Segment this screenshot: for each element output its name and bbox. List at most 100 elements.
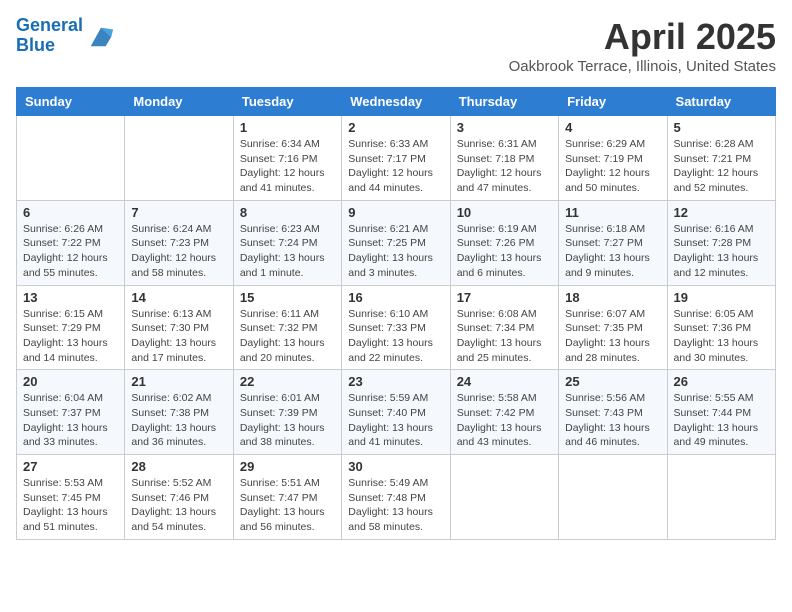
weekday-header-tuesday: Tuesday bbox=[233, 88, 341, 116]
page-header: General Blue April 2025 Oakbrook Terrace… bbox=[16, 16, 776, 75]
weekday-header-friday: Friday bbox=[559, 88, 667, 116]
logo-subtext: Blue bbox=[16, 36, 83, 56]
day-number: 2 bbox=[348, 120, 443, 135]
day-detail: Sunrise: 6:26 AMSunset: 7:22 PMDaylight:… bbox=[23, 222, 118, 281]
weekday-header-monday: Monday bbox=[125, 88, 233, 116]
day-detail: Sunrise: 5:58 AMSunset: 7:42 PMDaylight:… bbox=[457, 391, 552, 450]
day-number: 30 bbox=[348, 459, 443, 474]
day-number: 6 bbox=[23, 205, 118, 220]
day-detail: Sunrise: 6:24 AMSunset: 7:23 PMDaylight:… bbox=[131, 222, 226, 281]
day-detail: Sunrise: 6:33 AMSunset: 7:17 PMDaylight:… bbox=[348, 137, 443, 196]
calendar-cell: 17Sunrise: 6:08 AMSunset: 7:34 PMDayligh… bbox=[450, 285, 558, 370]
calendar-cell: 26Sunrise: 5:55 AMSunset: 7:44 PMDayligh… bbox=[667, 370, 775, 455]
logo: General Blue bbox=[16, 16, 115, 56]
week-row-1: 1 Sunrise: 6:34 AMSunset: 7:16 PMDaylight… bbox=[17, 116, 776, 201]
day-number: 9 bbox=[348, 205, 443, 220]
weekday-header-sunday: Sunday bbox=[17, 88, 125, 116]
day-detail: Sunrise: 6:34 AMSunset: 7:16 PMDaylight:… bbox=[240, 137, 335, 196]
day-detail: Sunrise: 6:18 AMSunset: 7:27 PMDaylight:… bbox=[565, 222, 660, 281]
day-number: 24 bbox=[457, 374, 552, 389]
day-detail: Sunrise: 6:28 AMSunset: 7:21 PMDaylight:… bbox=[674, 137, 769, 196]
weekday-header-thursday: Thursday bbox=[450, 88, 558, 116]
calendar-cell bbox=[125, 116, 233, 201]
weekday-header-row: SundayMondayTuesdayWednesdayThursdayFrid… bbox=[17, 88, 776, 116]
day-detail: Sunrise: 5:51 AMSunset: 7:47 PMDaylight:… bbox=[240, 476, 335, 535]
day-detail: Sunrise: 6:21 AMSunset: 7:25 PMDaylight:… bbox=[348, 222, 443, 281]
day-detail: Sunrise: 6:07 AMSunset: 7:35 PMDaylight:… bbox=[565, 307, 660, 366]
calendar-cell: 22 Sunrise: 6:01 AMSunset: 7:39 PMDayligh… bbox=[233, 370, 341, 455]
day-detail: Sunrise: 6:29 AMSunset: 7:19 PMDaylight:… bbox=[565, 137, 660, 196]
day-number: 18 bbox=[565, 290, 660, 305]
calendar-cell: 20Sunrise: 6:04 AMSunset: 7:37 PMDayligh… bbox=[17, 370, 125, 455]
calendar-cell: 23 Sunrise: 5:59 AMSunset: 7:40 PMDayligh… bbox=[342, 370, 450, 455]
calendar-cell: 21 Sunrise: 6:02 AMSunset: 7:38 PMDayligh… bbox=[125, 370, 233, 455]
subtitle: Oakbrook Terrace, Illinois, United State… bbox=[509, 58, 776, 75]
calendar-cell: 11 Sunrise: 6:18 AMSunset: 7:27 PMDayligh… bbox=[559, 200, 667, 285]
calendar-cell: 13 Sunrise: 6:15 AMSunset: 7:29 PMDayligh… bbox=[17, 285, 125, 370]
calendar-cell: 28Sunrise: 5:52 AMSunset: 7:46 PMDayligh… bbox=[125, 455, 233, 540]
day-number: 1 bbox=[240, 120, 335, 135]
day-number: 29 bbox=[240, 459, 335, 474]
calendar-cell: 8 Sunrise: 6:23 AMSunset: 7:24 PMDaylight… bbox=[233, 200, 341, 285]
title-block: April 2025 Oakbrook Terrace, Illinois, U… bbox=[509, 16, 776, 75]
day-number: 15 bbox=[240, 290, 335, 305]
calendar-cell: 3 Sunrise: 6:31 AMSunset: 7:18 PMDaylight… bbox=[450, 116, 558, 201]
day-number: 7 bbox=[131, 205, 226, 220]
calendar-cell: 10 Sunrise: 6:19 AMSunset: 7:26 PMDayligh… bbox=[450, 200, 558, 285]
day-number: 16 bbox=[348, 290, 443, 305]
calendar-cell: 5 Sunrise: 6:28 AMSunset: 7:21 PMDaylight… bbox=[667, 116, 775, 201]
calendar-cell: 29 Sunrise: 5:51 AMSunset: 7:47 PMDayligh… bbox=[233, 455, 341, 540]
day-detail: Sunrise: 5:59 AMSunset: 7:40 PMDaylight:… bbox=[348, 391, 443, 450]
day-detail: Sunrise: 6:19 AMSunset: 7:26 PMDaylight:… bbox=[457, 222, 552, 281]
day-number: 17 bbox=[457, 290, 552, 305]
calendar-cell bbox=[667, 455, 775, 540]
day-detail: Sunrise: 6:31 AMSunset: 7:18 PMDaylight:… bbox=[457, 137, 552, 196]
calendar-cell: 4 Sunrise: 6:29 AMSunset: 7:19 PMDaylight… bbox=[559, 116, 667, 201]
day-detail: Sunrise: 5:53 AMSunset: 7:45 PMDaylight:… bbox=[23, 476, 118, 535]
calendar-cell: 15 Sunrise: 6:11 AMSunset: 7:32 PMDayligh… bbox=[233, 285, 341, 370]
day-detail: Sunrise: 5:52 AMSunset: 7:46 PMDaylight:… bbox=[131, 476, 226, 535]
day-number: 21 bbox=[131, 374, 226, 389]
day-number: 13 bbox=[23, 290, 118, 305]
day-detail: Sunrise: 5:55 AMSunset: 7:44 PMDaylight:… bbox=[674, 391, 769, 450]
calendar-cell bbox=[450, 455, 558, 540]
day-detail: Sunrise: 6:15 AMSunset: 7:29 PMDaylight:… bbox=[23, 307, 118, 366]
calendar-cell: 27 Sunrise: 5:53 AMSunset: 7:45 PMDayligh… bbox=[17, 455, 125, 540]
logo-icon bbox=[87, 22, 115, 50]
calendar-cell: 25Sunrise: 5:56 AMSunset: 7:43 PMDayligh… bbox=[559, 370, 667, 455]
calendar-table: SundayMondayTuesdayWednesdayThursdayFrid… bbox=[16, 87, 776, 540]
day-number: 11 bbox=[565, 205, 660, 220]
calendar-cell: 19Sunrise: 6:05 AMSunset: 7:36 PMDayligh… bbox=[667, 285, 775, 370]
day-detail: Sunrise: 6:13 AMSunset: 7:30 PMDaylight:… bbox=[131, 307, 226, 366]
calendar-cell bbox=[559, 455, 667, 540]
week-row-5: 27 Sunrise: 5:53 AMSunset: 7:45 PMDayligh… bbox=[17, 455, 776, 540]
calendar-cell: 7 Sunrise: 6:24 AMSunset: 7:23 PMDaylight… bbox=[125, 200, 233, 285]
day-detail: Sunrise: 5:56 AMSunset: 7:43 PMDaylight:… bbox=[565, 391, 660, 450]
day-number: 22 bbox=[240, 374, 335, 389]
week-row-2: 6 Sunrise: 6:26 AMSunset: 7:22 PMDaylight… bbox=[17, 200, 776, 285]
calendar-cell: 9 Sunrise: 6:21 AMSunset: 7:25 PMDaylight… bbox=[342, 200, 450, 285]
day-number: 14 bbox=[131, 290, 226, 305]
calendar-cell: 30 Sunrise: 5:49 AMSunset: 7:48 PMDayligh… bbox=[342, 455, 450, 540]
day-detail: Sunrise: 6:23 AMSunset: 7:24 PMDaylight:… bbox=[240, 222, 335, 281]
day-detail: Sunrise: 6:11 AMSunset: 7:32 PMDaylight:… bbox=[240, 307, 335, 366]
day-number: 8 bbox=[240, 205, 335, 220]
day-number: 3 bbox=[457, 120, 552, 135]
day-detail: Sunrise: 6:02 AMSunset: 7:38 PMDaylight:… bbox=[131, 391, 226, 450]
calendar-cell: 24 Sunrise: 5:58 AMSunset: 7:42 PMDayligh… bbox=[450, 370, 558, 455]
day-number: 10 bbox=[457, 205, 552, 220]
calendar-cell: 2 Sunrise: 6:33 AMSunset: 7:17 PMDaylight… bbox=[342, 116, 450, 201]
calendar-cell: 14 Sunrise: 6:13 AMSunset: 7:30 PMDayligh… bbox=[125, 285, 233, 370]
day-number: 20 bbox=[23, 374, 118, 389]
calendar-cell: 12Sunrise: 6:16 AMSunset: 7:28 PMDayligh… bbox=[667, 200, 775, 285]
week-row-4: 20Sunrise: 6:04 AMSunset: 7:37 PMDayligh… bbox=[17, 370, 776, 455]
week-row-3: 13 Sunrise: 6:15 AMSunset: 7:29 PMDayligh… bbox=[17, 285, 776, 370]
weekday-header-wednesday: Wednesday bbox=[342, 88, 450, 116]
day-number: 23 bbox=[348, 374, 443, 389]
day-detail: Sunrise: 5:49 AMSunset: 7:48 PMDaylight:… bbox=[348, 476, 443, 535]
day-detail: Sunrise: 6:16 AMSunset: 7:28 PMDaylight:… bbox=[674, 222, 769, 281]
day-number: 5 bbox=[674, 120, 769, 135]
day-number: 4 bbox=[565, 120, 660, 135]
day-number: 27 bbox=[23, 459, 118, 474]
day-detail: Sunrise: 6:01 AMSunset: 7:39 PMDaylight:… bbox=[240, 391, 335, 450]
